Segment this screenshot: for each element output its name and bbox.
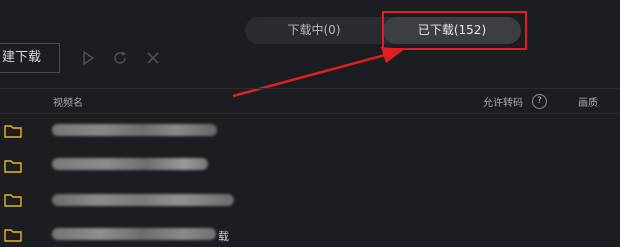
new-download-button[interactable]: 建下载 [0, 43, 60, 73]
help-icon[interactable]: ? [532, 94, 547, 109]
folder-icon [4, 194, 22, 207]
video-name-redacted [52, 158, 208, 170]
table-row[interactable] [0, 182, 620, 218]
table-row[interactable] [0, 148, 620, 184]
folder-icon [4, 229, 22, 242]
column-header-name[interactable]: 视频名 [53, 94, 83, 109]
video-name-redacted [52, 124, 217, 136]
video-name-redacted [52, 228, 216, 240]
tab-downloaded[interactable]: 已下载(152) [383, 17, 521, 44]
folder-icon [4, 125, 22, 138]
column-header-quality[interactable]: 画质 [578, 94, 598, 109]
table-header: 视频名 允许转码 ? 画质 [0, 88, 620, 114]
tab-downloading[interactable]: 下载中(0) [245, 17, 383, 44]
folder-icon [4, 160, 22, 173]
play-icon[interactable] [80, 50, 96, 66]
table-row[interactable]: 载 [0, 217, 620, 247]
refresh-icon[interactable] [112, 50, 128, 66]
close-icon[interactable] [145, 50, 161, 66]
download-tabs: 下载中(0) 已下载(152) [245, 17, 521, 44]
video-name-redacted [52, 194, 234, 206]
video-name-suffix: 载 [218, 230, 229, 243]
table-row[interactable] [0, 113, 620, 149]
column-header-transcode[interactable]: 允许转码 [483, 94, 523, 109]
download-manager-window: 下载中(0) 已下载(152) 建下载 视频名 允许转码 ? 画质 载 [0, 0, 620, 247]
